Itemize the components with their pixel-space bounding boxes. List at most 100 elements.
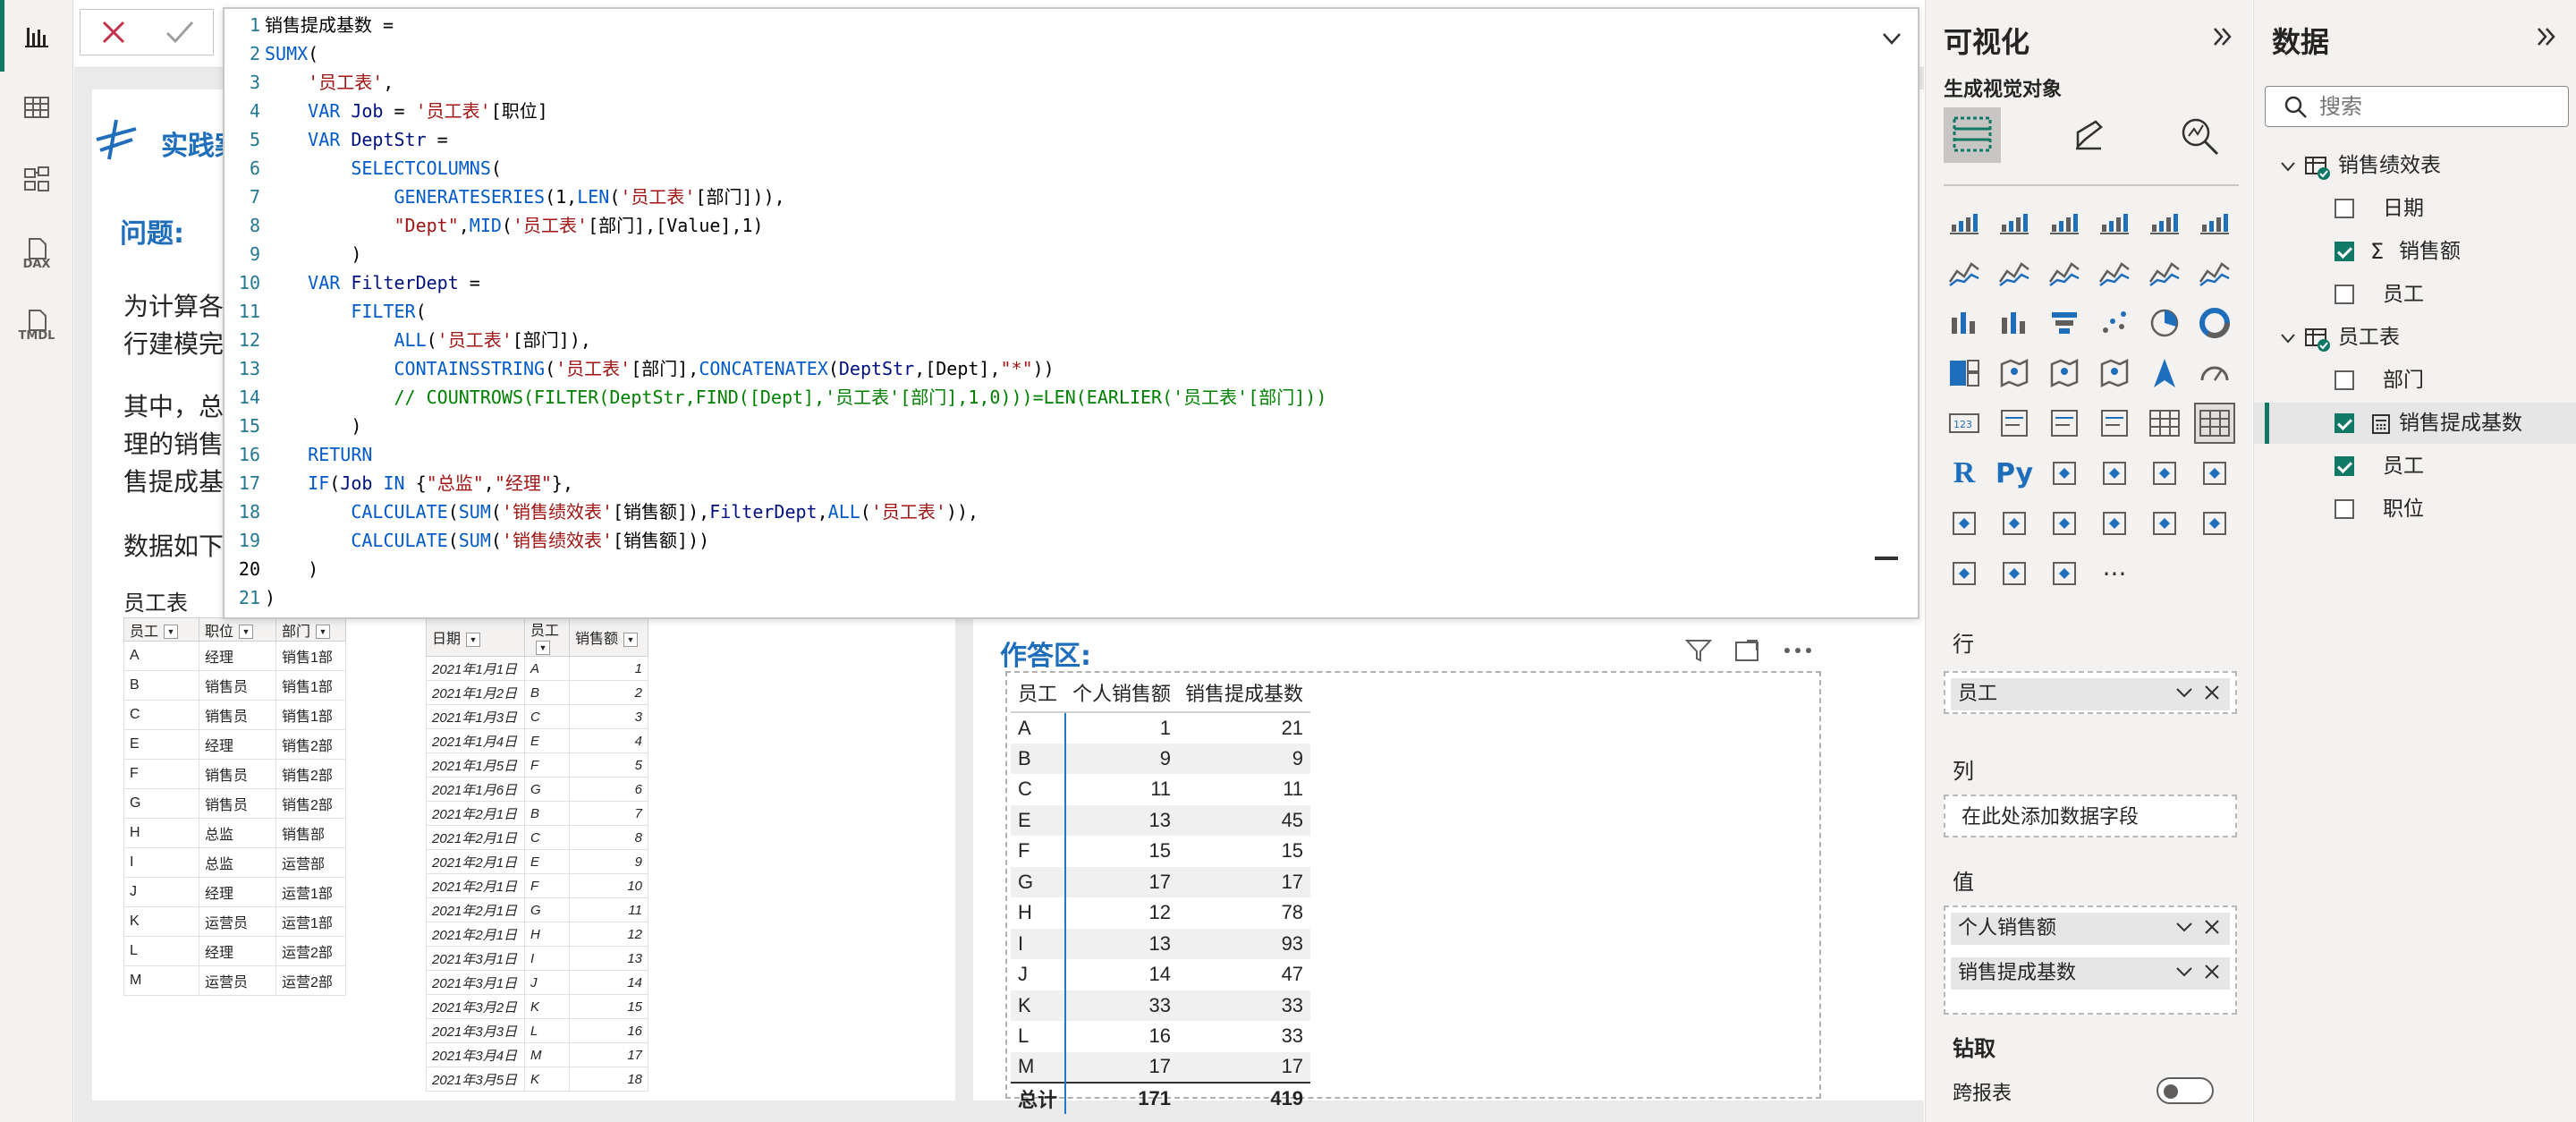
tree-table-row[interactable]: 员工表 [2254,317,2576,358]
pill-controls[interactable] [2174,961,2223,993]
chevron-down-icon[interactable] [2174,961,2195,982]
matrix-column-header[interactable]: 销售提成基数 [1178,673,1311,713]
slicer-icon[interactable] [2094,403,2135,444]
tree-table-row[interactable]: 销售绩效表 [2254,145,2576,186]
ribbon-chart-icon[interactable] [1944,302,1985,344]
line-clustered-icon[interactable] [2194,252,2235,293]
field-checkbox[interactable] [2334,456,2354,476]
search-input[interactable] [2319,92,2552,121]
tree-field-row[interactable]: 员工 [2254,274,2576,315]
new-card-icon[interactable] [2194,503,2235,544]
r-visual-icon[interactable]: R [1944,453,1985,494]
column-header[interactable]: 员工▼ [524,617,570,657]
shape-map-icon[interactable] [2094,353,2135,394]
data-search-box[interactable] [2265,86,2569,127]
column-header[interactable]: 日期 ▼ [426,617,525,657]
columns-field-well[interactable]: 在此处添加数据字段 [1944,795,2237,837]
chevron-down-icon[interactable] [2174,916,2195,938]
scatter-icon[interactable] [2094,302,2135,344]
metrics-icon[interactable] [2144,503,2185,544]
column-header[interactable]: 员工▼ [123,617,199,642]
field-checkbox[interactable] [2334,199,2354,218]
azure-map-icon[interactable] [2144,353,2185,394]
100-bar-icon[interactable] [2144,202,2185,243]
narrative-icon[interactable] [2194,453,2235,494]
area-chart-icon[interactable] [1994,252,2035,293]
matrix-row[interactable]: F 15 15 [1011,836,1310,867]
more-visuals-icon[interactable]: ··· [2094,553,2135,594]
funnel-icon[interactable] [2044,302,2085,344]
rows-field-well[interactable]: 员工 [1944,671,2237,714]
treemap-icon[interactable] [1944,353,1985,394]
value-field-pill[interactable]: 个人销售额 [1951,913,2230,945]
chevron-down-icon[interactable] [2174,682,2195,703]
commit-formula-button[interactable] [147,10,213,55]
more-options-icon[interactable] [1780,635,1816,666]
pill-controls[interactable] [2174,916,2223,948]
report-view-button[interactable] [0,0,73,72]
stacked-bar-icon[interactable] [1944,202,1985,243]
multi-row-card-icon[interactable] [1994,403,2035,444]
chevron-visual-icon[interactable] [2044,553,2085,594]
100-column-icon[interactable] [2194,202,2235,243]
dropdown-icon[interactable]: ▼ [316,625,331,640]
qa-icon[interactable] [2144,453,2185,494]
key-influencers-icon[interactable] [2044,453,2085,494]
dropdown-icon[interactable]: ▼ [536,640,550,655]
field-checkbox[interactable] [2334,499,2354,519]
line-chart-icon[interactable] [1944,252,1985,293]
diamond-visual-icon[interactable] [1994,553,2035,594]
matrix-row[interactable]: I 13 93 [1011,928,1311,959]
pill-controls[interactable] [2174,682,2223,714]
table-view-button[interactable] [0,72,73,143]
field-checkbox[interactable] [2334,242,2354,261]
collapse-pane-icon[interactable] [2209,23,2236,50]
goals-icon[interactable] [1944,503,1985,544]
matrix-column-header[interactable]: 员工 [1011,673,1066,713]
dropdown-icon[interactable]: ▼ [623,632,639,647]
matrix-row[interactable]: A 1 21 [1011,712,1310,744]
donut-icon[interactable] [2194,302,2235,344]
dropdown-icon[interactable]: ▼ [239,625,254,640]
chevron-down-icon[interactable] [1878,25,1905,52]
paginated-report-icon[interactable] [1994,503,2035,544]
cancel-formula-button[interactable] [80,10,147,55]
matrix-row[interactable]: K 33 33 [1011,990,1311,1021]
matrix-row[interactable]: H 12 78 [1011,897,1310,929]
value-field-pill[interactable]: 销售提成基数 [1951,957,2230,990]
matrix-column-header[interactable]: 个人销售额 [1065,673,1179,713]
matrix-row[interactable]: M 17 17 [1011,1051,1311,1083]
custom-visual-icon[interactable] [1944,553,1985,594]
pie-icon[interactable] [2144,302,2185,344]
matrix-row[interactable]: L 16 33 [1011,1021,1310,1052]
analytics-icon[interactable] [2178,115,2223,156]
decomposition-tree-icon[interactable] [2094,453,2135,494]
rows-field-pill[interactable]: 员工 [1951,678,2230,710]
close-icon[interactable] [2201,961,2223,982]
dropdown-icon[interactable]: ▼ [164,625,179,640]
waterfall-icon[interactable] [1994,302,2035,344]
clustered-bar-icon[interactable] [2044,202,2085,243]
field-checkbox[interactable] [2334,285,2354,304]
field-checkbox[interactable] [2334,413,2354,433]
tmdl-view-button[interactable]: TMDL [0,286,73,358]
tree-field-row[interactable]: Σ 销售额 [2254,231,2576,272]
dax-query-view-button[interactable]: DAX [0,215,73,286]
dropdown-icon[interactable]: ▼ [466,632,481,647]
stacked-area-icon[interactable] [2044,252,2085,293]
ribbon-icon[interactable] [2094,252,2135,293]
line-column-icon[interactable] [2144,252,2185,293]
tree-field-row[interactable]: 日期 [2254,188,2576,229]
power-apps-icon[interactable] [2044,503,2085,544]
table-icon[interactable] [2144,403,2185,444]
filter-icon[interactable] [1683,635,1714,666]
matrix-icon[interactable] [2194,403,2235,444]
chevron-down-icon[interactable] [2279,157,2297,175]
power-automate-icon[interactable] [2094,503,2135,544]
matrix-row[interactable]: E 13 45 [1011,804,1311,836]
matrix-row[interactable]: B99 [1011,743,1311,774]
gauge-icon[interactable] [2194,353,2235,394]
clustered-column-icon[interactable] [2094,202,2135,243]
column-header[interactable]: 销售额 ▼ [569,617,648,657]
kpi-icon[interactable] [2044,403,2085,444]
